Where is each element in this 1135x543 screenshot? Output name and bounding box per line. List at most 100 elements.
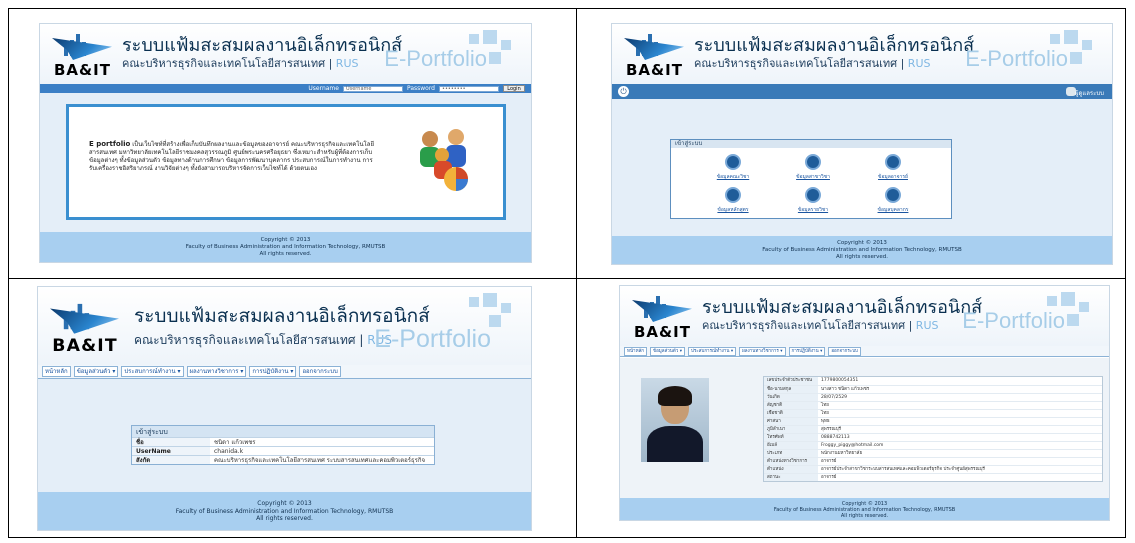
table-row: สถานะ อาจารย์ <box>764 473 1102 481</box>
login-info-title: เข้าสู่ระบบ <box>132 426 434 437</box>
tab-logout[interactable]: ออกจากระบบ <box>828 346 861 356</box>
tab-logout[interactable]: ออกจากระบบ <box>299 366 341 377</box>
row-label: ตำแหน่ง <box>764 466 818 473</box>
admin-user-label[interactable]: ผู้ดูแลระบบ <box>1075 88 1104 98</box>
logo-text: BA&IT <box>634 323 691 341</box>
row-label: วันเกิด <box>764 394 818 401</box>
people-chart-icon <box>420 129 468 191</box>
copyright: Copyright © 2013 <box>257 500 312 507</box>
user-home-screenshot: BA&IT ระบบแฟ้มสะสมผลงานอิเล็กทรอนิกส์ คณ… <box>37 286 532 531</box>
row-value: 1779800054351 <box>821 378 859 383</box>
row-value: คณะบริหารธุรกิจและเทคโนโลยีสารสนเทศ ระบบ… <box>214 457 426 464</box>
login-bar: Username Username Password •••••••• Logi… <box>40 84 531 93</box>
row-label: สังกัด <box>132 456 210 464</box>
tab-work-experience[interactable]: ประสบการณ์ทำงาน ▾ <box>688 346 737 356</box>
subtitle-faculty: คณะบริหารธุรกิจและเทคโนโลยีสารสนเทศ <box>134 333 356 347</box>
tab-home[interactable]: หน้าหลัก <box>42 366 71 377</box>
decorative-tiles <box>1047 292 1103 336</box>
site-header: BA&IT ระบบแฟ้มสะสมผลงานอิเล็กทรอนิกส์ คณ… <box>612 24 1112 84</box>
logo-text: BA&IT <box>52 334 118 356</box>
logo-text: BA&IT <box>626 61 683 79</box>
logo-text: BA&IT <box>54 61 111 79</box>
grid-divider-horizontal <box>9 278 1125 279</box>
faculty-name: Faculty of Business Administration and I… <box>762 247 962 253</box>
table-row: เลขประจำตัวประชาชน 1779800054351 <box>764 377 1102 385</box>
login-page-screenshot: BA&IT ระบบแฟ้มสะสมผลงานอิเล็กทรอนิกส์ คณ… <box>39 23 532 263</box>
subtitle-faculty: คณะบริหารธุรกิจและเทคโนโลยีสารสนเทศ <box>702 319 906 332</box>
row-value: สุพรรณบุรี <box>821 427 841 432</box>
staff-menu-label[interactable]: ข้อมูลบุคลากร <box>863 206 923 214</box>
row-value: ไทย <box>821 403 829 408</box>
password-input[interactable]: •••••••• <box>439 85 499 92</box>
table-row: อีเมล์ Froggy_piggy@hotmail.com <box>764 441 1102 449</box>
site-header: BA&IT ระบบแฟ้มสะสมผลงานอิเล็กทรอนิกส์ คณ… <box>38 287 531 365</box>
decorative-tiles <box>469 30 525 74</box>
subtitle-short: RUS <box>335 57 359 70</box>
faculty-menu-item[interactable]: ข้อมูลคณะวิชา <box>703 154 763 181</box>
row-value: พนักงานมหาวิทยาลัย <box>821 451 863 456</box>
login-button[interactable]: Login <box>503 85 525 92</box>
staff-menu-item[interactable]: ข้อมูลบุคลากร <box>863 187 923 214</box>
intro-box: E portfolio เป็นเว็บไซท์ที่สร้างเพื่อเก็… <box>66 104 506 220</box>
admin-topbar: ⏻ ผู้ดูแลระบบ <box>612 84 1112 99</box>
main-nav-tabs: หน้าหลัก ข้อมูลส่วนตัว ▾ ประสบการณ์ทำงาน… <box>38 365 531 379</box>
course-menu-item[interactable]: ข้อมูลรายวิชา <box>783 187 843 214</box>
course-menu-label[interactable]: ข้อมูลรายวิชา <box>783 206 843 214</box>
tab-academic-works[interactable]: ผลงานทางวิชาการ ▾ <box>739 346 786 356</box>
ba-it-logo: BA&IT <box>624 28 688 82</box>
table-row: เชื้อชาติ ไทย <box>764 409 1102 417</box>
department-menu-item[interactable]: ข้อมูลสาขาวิชา <box>783 154 843 181</box>
curriculum-menu-item[interactable]: ข้อมูลหลักสูตร <box>703 187 763 214</box>
intro-body: เป็นเว็บไซท์ที่สร้างเพื่อเก็บบันทึกผลงาน… <box>89 141 374 172</box>
row-value: อาจารย์ <box>821 475 837 480</box>
power-icon[interactable]: ⏻ <box>618 86 629 97</box>
table-row: ประเภท พนักงานมหาวิทยาลัย <box>764 449 1102 457</box>
row-label: เชื้อชาติ <box>764 410 818 417</box>
tab-home[interactable]: หน้าหลัก <box>624 346 648 356</box>
site-subtitle: คณะบริหารธุรกิจและเทคโนโลยีสารสนเทศ | RU… <box>702 316 938 334</box>
row-value: Froggy_piggy@hotmail.com <box>821 443 884 448</box>
faculty-menu-label[interactable]: ข้อมูลคณะวิชา <box>703 173 763 181</box>
row-label: UserName <box>132 447 210 455</box>
menu-title: เข้าสู่ระบบ <box>671 140 951 148</box>
staff-icon <box>885 187 901 203</box>
row-label: สถานะ <box>764 474 818 481</box>
table-row: สัญชาติ ไทย <box>764 401 1102 409</box>
username-input[interactable]: Username <box>342 85 403 92</box>
subtitle-faculty: คณะบริหารธุรกิจและเทคโนโลยีสารสนเทศ <box>694 57 898 70</box>
decorative-tiles <box>1050 30 1106 74</box>
site-header: BA&IT ระบบแฟ้มสะสมผลงานอิเล็กทรอนิกส์ คณ… <box>620 286 1109 346</box>
department-menu-label[interactable]: ข้อมูลสาขาวิชา <box>783 173 843 181</box>
grid-divider-vertical <box>576 9 577 537</box>
tab-work-experience[interactable]: ประสบการณ์ทำงาน ▾ <box>121 366 184 377</box>
tab-duties[interactable]: การปฏิบัติงาน ▾ <box>249 366 297 377</box>
row-label: โทรศัพท์ <box>764 434 818 441</box>
row-value: ชนิดา แก้วเพชร <box>214 439 256 446</box>
table-row: ตำแหน่ง อาจารย์ประจำสาขาวิชาระบบสารสนเทศแ… <box>764 465 1102 473</box>
row-label: อีเมล์ <box>764 442 818 449</box>
subtitle-short: RUS <box>907 57 931 70</box>
subtitle-separator: | <box>355 333 368 347</box>
tab-personal-info[interactable]: ข้อมูลส่วนตัว ▾ <box>650 346 686 356</box>
tab-personal-info[interactable]: ข้อมูลส่วนตัว ▾ <box>73 366 119 377</box>
site-subtitle: คณะบริหารธุรกิจและเทคโนโลยีสารสนเทศ | RU… <box>122 54 358 72</box>
page-footer: Copyright © 2013 Faculty of Business Adm… <box>40 232 531 262</box>
tab-duties[interactable]: การปฏิบัติงาน ▾ <box>788 346 826 356</box>
row-value: ไทย <box>821 411 829 416</box>
tab-academic-works[interactable]: ผลงานทางวิชาการ ▾ <box>186 366 247 377</box>
curriculum-menu-label[interactable]: ข้อมูลหลักสูตร <box>703 206 763 214</box>
rights: All rights reserved. <box>835 254 889 260</box>
password-label: Password <box>406 85 435 92</box>
teacher-menu-item[interactable]: ข้อมูลอาจารย์ <box>863 154 923 181</box>
site-subtitle: คณะบริหารธุรกิจและเทคโนโลยีสารสนเทศ | RU… <box>134 331 392 350</box>
row-label: ชื่อ <box>132 438 210 446</box>
subtitle-separator: | <box>325 57 336 70</box>
table-row: ศาสนา พุทธ <box>764 417 1102 425</box>
page-footer: Copyright © 2013 Faculty of Business Adm… <box>612 236 1112 264</box>
subtitle-separator: | <box>897 57 908 70</box>
teacher-menu-label[interactable]: ข้อมูลอาจารย์ <box>863 173 923 181</box>
table-row: ตำแหน่งทางวิชาการ อาจารย์ <box>764 457 1102 465</box>
ba-it-logo: BA&IT <box>50 297 124 359</box>
row-value: 0888742113 <box>821 435 850 440</box>
site-header: BA&IT ระบบแฟ้มสะสมผลงานอิเล็กทรอนิกส์ คณ… <box>40 24 531 84</box>
